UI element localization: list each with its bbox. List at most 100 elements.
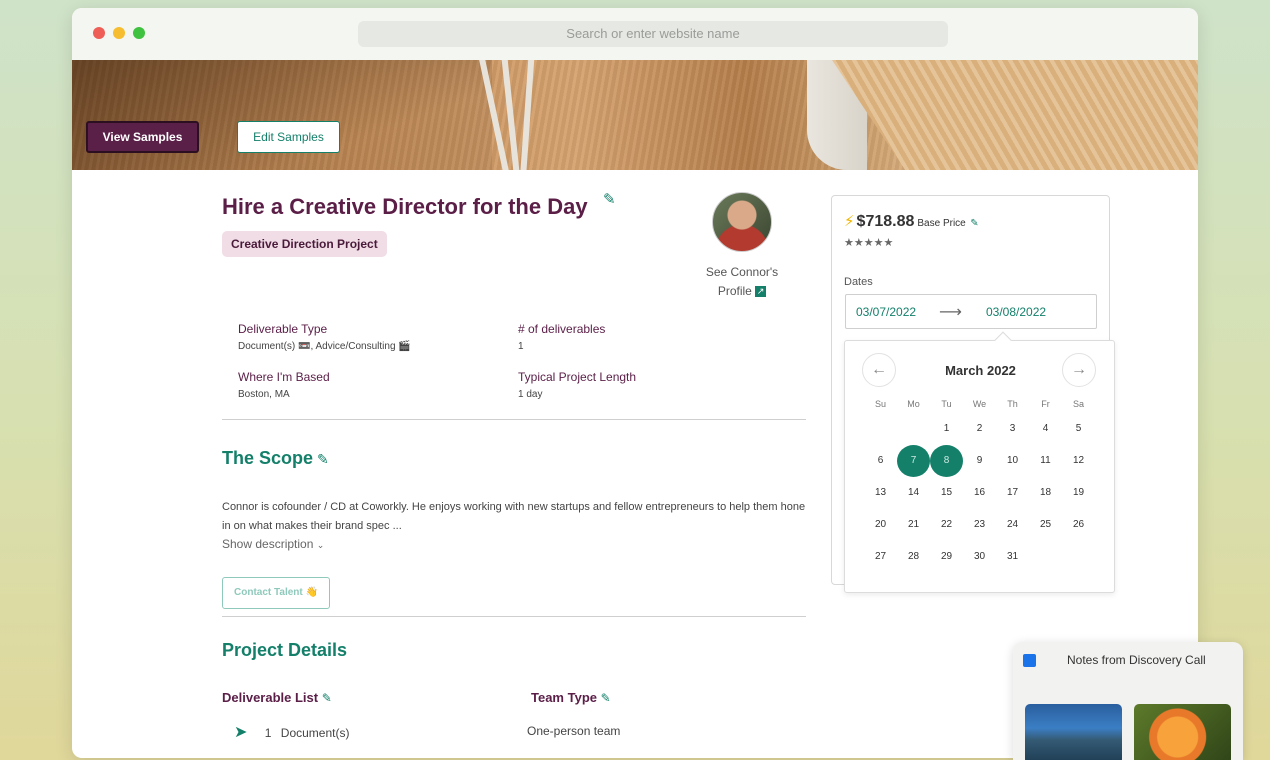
calendar-day[interactable]: 14 — [897, 477, 930, 509]
calendar-month: March 2022 — [945, 363, 1016, 378]
rating-stars: ★★★★★ — [844, 237, 894, 249]
edit-deliverables-icon[interactable]: ✎ — [322, 691, 332, 705]
meta-label: Deliverable Type — [238, 322, 328, 336]
meta-value: 1 day — [518, 389, 543, 400]
end-date[interactable]: 03/08/2022 — [986, 305, 1046, 319]
calendar-day[interactable]: 15 — [930, 477, 963, 509]
calendar-day[interactable]: 5 — [1062, 413, 1095, 445]
notes-widget[interactable]: Notes from Discovery Call — [1013, 642, 1243, 760]
meta-value: Boston, MA — [238, 389, 290, 400]
edit-team-type-icon[interactable]: ✎ — [601, 691, 611, 705]
team-type-heading: Team Type ✎ — [531, 690, 611, 705]
scope-heading-text: The Scope — [222, 448, 314, 468]
profile-link-label: See Connor's — [705, 265, 779, 279]
calendar-day[interactable]: 24 — [996, 509, 1029, 541]
weekday-header: Th — [1007, 399, 1018, 409]
calendar-day[interactable]: 16 — [963, 477, 996, 509]
edit-scope-icon[interactable]: ✎ — [317, 451, 329, 467]
weekday-header: Fr — [1041, 399, 1050, 409]
calendar-day[interactable]: 10 — [996, 445, 1029, 477]
calendar-day[interactable]: 17 — [996, 477, 1029, 509]
show-description-link[interactable]: Show description ⌄ — [222, 537, 324, 551]
notes-title: Notes from Discovery Call — [1067, 653, 1206, 667]
meta-value: Document(s) 📼, Advice/Consulting 🎬 — [238, 341, 411, 352]
edit-title-icon[interactable]: ✎ — [603, 190, 616, 208]
calendar-day[interactable]: 26 — [1062, 509, 1095, 541]
calendar-day[interactable]: 21 — [897, 509, 930, 541]
calendar-day[interactable]: 28 — [897, 541, 930, 573]
profile-link-label-2: Profile — [717, 284, 752, 298]
deliverable-list-heading: Deliverable List ✎ — [222, 690, 332, 705]
calendar-day[interactable]: 9 — [963, 445, 996, 477]
meta-value: 1 — [518, 341, 524, 352]
meta-deliverable-count: # of deliverables 1 — [518, 322, 605, 352]
edit-samples-button[interactable]: Edit Samples — [237, 121, 340, 153]
maximize-window-button[interactable] — [133, 27, 145, 39]
calendar-day[interactable]: 19 — [1062, 477, 1095, 509]
profile-link[interactable]: See Connor's Profile ↗ — [700, 263, 784, 301]
view-samples-button[interactable]: View Samples — [86, 121, 199, 153]
date-range-input[interactable]: 03/07/2022 ⟶ 03/08/2022 — [845, 294, 1097, 329]
page-title: Hire a Creative Director for the Day — [222, 194, 588, 219]
weekday-header: Su — [874, 399, 886, 409]
price: ⚡ $718.88 Base Price ✎ — [844, 212, 979, 231]
calendar-day[interactable]: 27 — [864, 541, 897, 573]
paper-plane-icon: ➤ — [234, 724, 248, 741]
base-price-label: Base Price — [917, 218, 966, 229]
deliverable-list-label: Deliverable List — [222, 690, 319, 705]
calendar-day[interactable]: 12 — [1062, 445, 1095, 477]
team-type-value: One-person team — [527, 724, 621, 738]
calendar-day[interactable]: 29 — [930, 541, 963, 573]
calendar-day[interactable]: 22 — [930, 509, 963, 541]
meta-location: Where I'm Based Boston, MA — [238, 370, 330, 400]
deliverable-count: 1 — [264, 726, 272, 740]
weekday-header: Tu — [941, 399, 952, 409]
show-description-label: Show description — [222, 537, 314, 551]
divider — [222, 419, 806, 420]
scope-heading: The Scope ✎ — [222, 448, 329, 469]
date-picker: ← → March 2022 Su Mo Tu We Th Fr Sa 1 2 3 4 5 6 7 8 9 10… — [844, 331, 1115, 593]
calendar-day[interactable]: 31 — [996, 541, 1029, 573]
close-window-button[interactable] — [93, 27, 105, 39]
price-value: $718.88 — [856, 213, 915, 230]
url-bar[interactable]: Search or enter website name — [358, 21, 948, 47]
calendar-day[interactable]: 2 — [963, 413, 996, 445]
minimize-window-button[interactable] — [113, 27, 125, 39]
arrow-right-icon: ⟶ — [939, 304, 962, 321]
list-item: ➤ 1 Document(s) — [234, 722, 349, 742]
dates-label: Dates — [844, 276, 873, 288]
calendar-day[interactable]: 7 — [897, 445, 930, 477]
notes-image-coast — [1025, 704, 1122, 760]
calendar-day[interactable]: 23 — [963, 509, 996, 541]
divider — [222, 616, 806, 617]
calendar-day[interactable]: 11 — [1029, 445, 1062, 477]
avatar[interactable] — [712, 192, 772, 252]
calendar-day[interactable]: 18 — [1029, 477, 1062, 509]
meta-project-length: Typical Project Length 1 day — [518, 370, 636, 400]
calendar-day[interactable]: 3 — [996, 413, 1029, 445]
calendar-day[interactable]: 20 — [864, 509, 897, 541]
meta-label: Typical Project Length — [518, 370, 637, 384]
calendar-day[interactable]: 6 — [864, 445, 897, 477]
calendar-day[interactable]: 4 — [1029, 413, 1062, 445]
hero-banner-image — [72, 60, 1198, 170]
external-link-icon: ↗ — [755, 286, 767, 298]
chevron-down-icon: ⌄ — [316, 540, 325, 550]
weekday-header: We — [972, 399, 987, 409]
weekday-header: Sa — [1072, 399, 1084, 409]
notes-image-flower — [1134, 704, 1231, 760]
deliverable-item: Document(s) — [280, 726, 350, 740]
calendar-day[interactable]: 25 — [1029, 509, 1062, 541]
lightning-icon: ⚡ — [844, 213, 855, 230]
meta-label: # of deliverables — [518, 322, 606, 336]
start-date[interactable]: 03/07/2022 — [856, 305, 916, 319]
contact-talent-button[interactable]: Contact Talent 👋 — [222, 577, 330, 609]
team-type-label: Team Type — [531, 690, 597, 705]
meta-deliverable-type: Deliverable Type Document(s) 📼, Advice/C… — [238, 322, 411, 352]
edit-price-icon[interactable]: ✎ — [970, 218, 978, 229]
calendar-day[interactable]: 13 — [864, 477, 897, 509]
calendar-day[interactable]: 30 — [963, 541, 996, 573]
calendar-day[interactable]: 1 — [930, 413, 963, 445]
calendar-day[interactable]: 8 — [930, 445, 963, 477]
browser-titlebar: Search or enter website name — [72, 8, 1198, 60]
